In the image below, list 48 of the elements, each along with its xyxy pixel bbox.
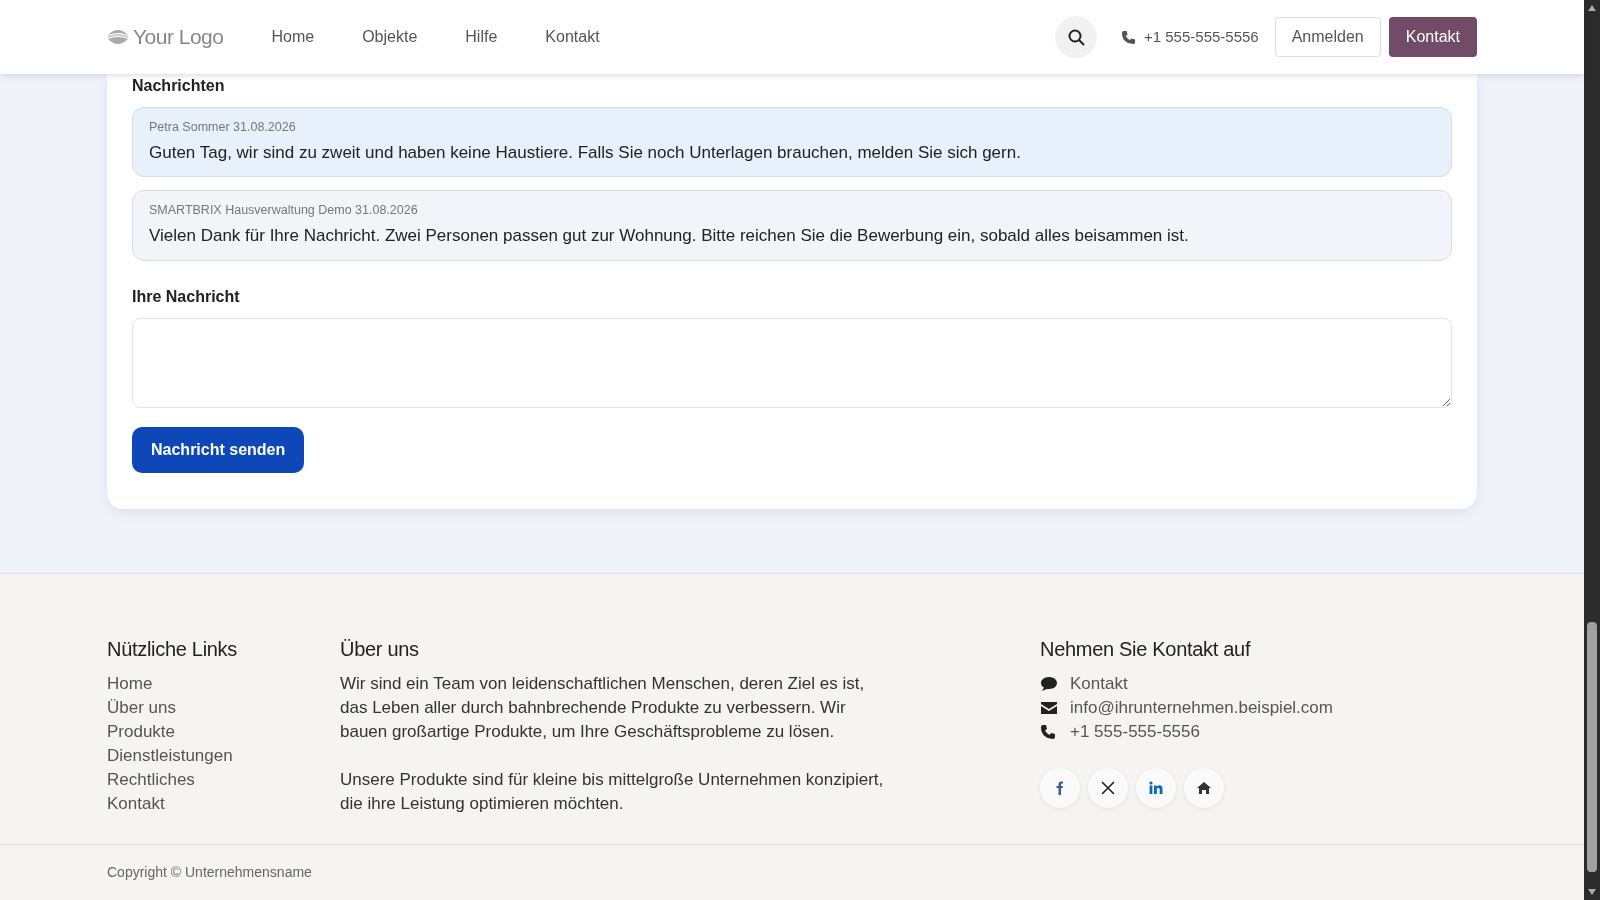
- phone-number: +1 555-555-5556: [1144, 26, 1259, 47]
- footer-link[interactable]: Home: [107, 671, 153, 696]
- message-text: Vielen Dank für Ihre Nachricht. Zwei Personen passen gut zur Wohnung. Bitte reichen Sie die Bewerbung ein, sobald alles beisammen ist.: [149, 225, 1190, 247]
- footer-link[interactable]: Produkte: [107, 719, 176, 744]
- message-input-field[interactable]: [132, 317, 1452, 408]
- message-meta: Petra Sommer 31.08.2026: [149, 119, 297, 136]
- search-icon: [1067, 28, 1085, 46]
- scrollbar-thumb[interactable]: [1587, 622, 1597, 872]
- message-meta: SMARTBRIX Hausverwaltung Demo 31.08.2026: [149, 202, 419, 220]
- nav-link[interactable]: Objekte: [362, 25, 418, 49]
- scrollbar[interactable]: [1584, 0, 1600, 900]
- contact-link[interactable]: info@ihrunternehmen.beispiel.com: [1070, 695, 1333, 720]
- house-icon: [1196, 779, 1212, 796]
- send-button[interactable]: Nachricht senden: [132, 426, 305, 473]
- nav-link[interactable]: Hilfe: [465, 25, 498, 49]
- footer-heading: Nützliche Links: [107, 636, 238, 662]
- field-label: Ihre Nachricht: [132, 286, 241, 307]
- social-button[interactable]: [1040, 767, 1080, 808]
- contact-link[interactable]: Kontakt: [1070, 671, 1128, 696]
- footer-link[interactable]: Rechtliches: [107, 767, 195, 792]
- footer-link[interactable]: Über uns: [107, 695, 176, 720]
- logo-icon: [107, 27, 129, 47]
- envelope-icon: [1040, 699, 1058, 716]
- social-button[interactable]: [1184, 767, 1224, 808]
- footer-link[interactable]: Kontakt: [107, 791, 165, 816]
- contact-button[interactable]: Kontakt: [1388, 17, 1477, 57]
- copyright-text: Copyright © Unternehmensname: [107, 863, 312, 882]
- scroll-up-icon[interactable]: [1587, 4, 1597, 12]
- social-button[interactable]: [1136, 767, 1176, 808]
- about-paragraph: Wir sind ein Team von leidenschaftlichen Menschen, deren Ziel es ist, das Leben aller durch bahnbrechende Produkte zu verbessern. Wir bauen großartige Produkte, um Ihre Geschäftsprobleme zu lösen.: [340, 672, 866, 743]
- footer-heading: Über uns: [340, 636, 420, 662]
- search-button[interactable]: [1055, 16, 1097, 58]
- footer-link[interactable]: Dienstleistungen: [107, 743, 233, 768]
- logo[interactable]: Your Logo: [107, 21, 224, 53]
- speech-bubble-icon: [1040, 675, 1058, 692]
- phone-icon: [1040, 723, 1058, 740]
- footer-heading: Nehmen Sie Kontakt auf: [1040, 636, 1252, 662]
- section-title: Nachrichten: [132, 76, 226, 96]
- about-paragraph: Unsere Produkte sind für kleine bis mittelgroße Unternehmen konzipiert, die ihre Leistung optimieren möchten.: [340, 768, 885, 815]
- message-text: Guten Tag, wir sind zu zweit und haben keine Haustiere. Falls Sie noch Unterlagen brauchen, melden Sie sich gern.: [149, 141, 1022, 164]
- scroll-down-icon[interactable]: [1587, 888, 1597, 896]
- phone-icon: [1121, 29, 1136, 45]
- linkedin-icon: [1148, 779, 1164, 796]
- x-logo-icon: [1100, 779, 1116, 796]
- nav-link[interactable]: Home: [271, 25, 315, 49]
- nav-link[interactable]: Kontakt: [545, 25, 600, 49]
- login-button[interactable]: Anmelden: [1274, 17, 1381, 57]
- contact-link[interactable]: +1 555-555-5556: [1070, 719, 1200, 744]
